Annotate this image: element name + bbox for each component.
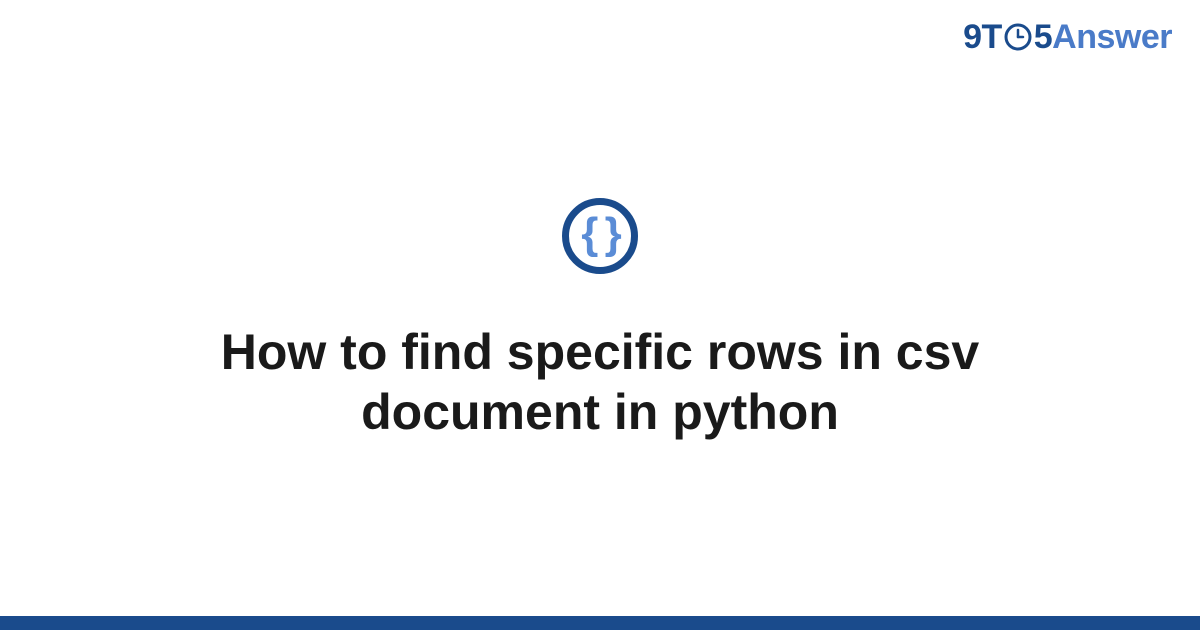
- brace-glyph: { }: [581, 212, 618, 256]
- footer-accent-bar: [0, 616, 1200, 630]
- code-braces-icon: { }: [562, 198, 638, 274]
- main-content: { } How to find specific rows in csv doc…: [0, 0, 1200, 630]
- page-title: How to find specific rows in csv documen…: [140, 322, 1060, 442]
